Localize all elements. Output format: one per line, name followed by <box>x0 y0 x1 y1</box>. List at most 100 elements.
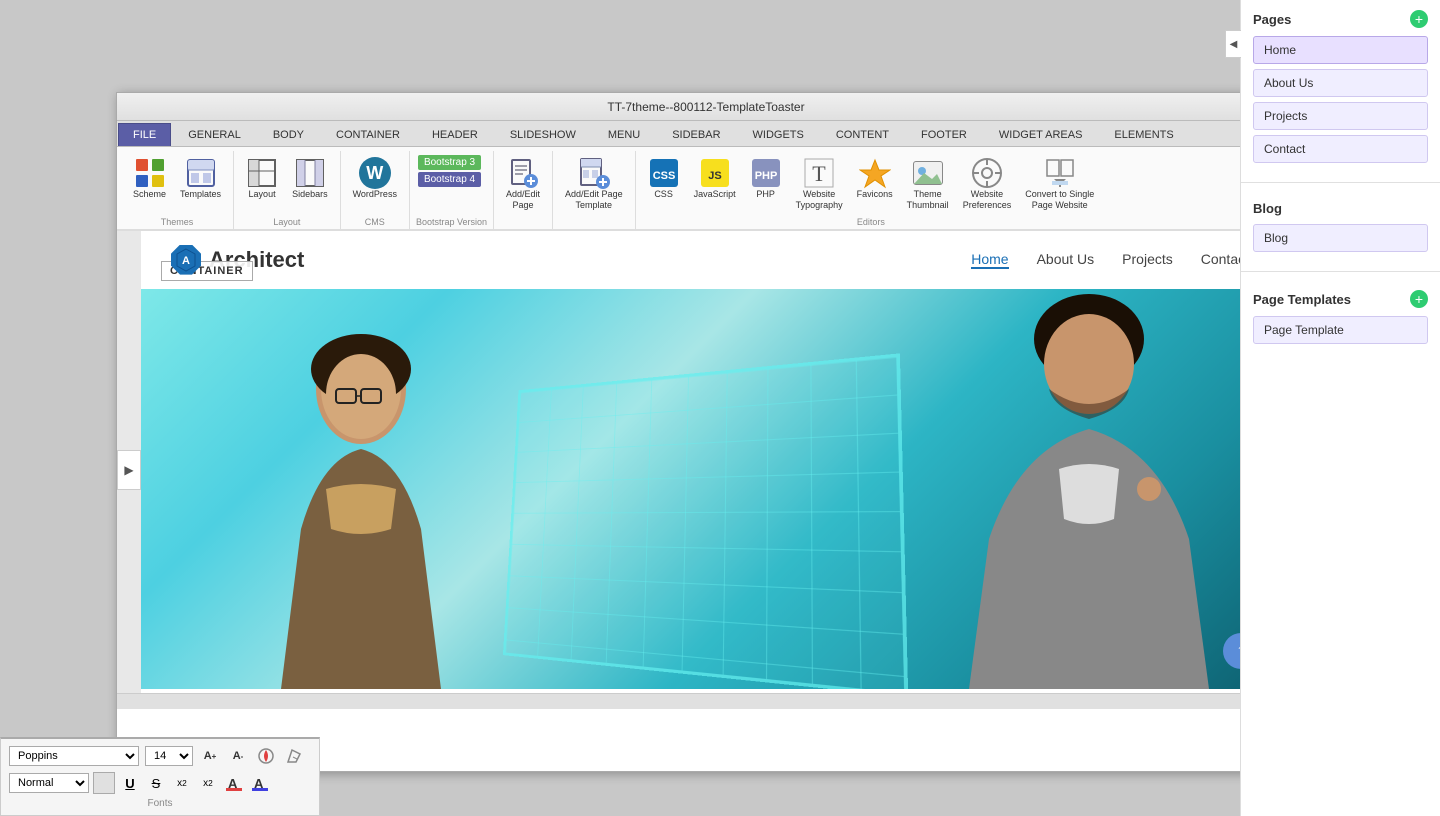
svg-text:A: A <box>182 255 190 267</box>
favicons-icon <box>859 157 891 189</box>
tab-container[interactable]: CONTAINER <box>321 123 415 146</box>
tab-elements[interactable]: ELEMENTS <box>1099 123 1188 146</box>
add-edit-page-button[interactable]: Add/EditPage <box>500 153 546 215</box>
color-box[interactable] <box>93 772 115 794</box>
bootstrap-group-items: Bootstrap 3 Bootstrap 4 <box>416 153 487 215</box>
svg-text:PHP: PHP <box>754 170 777 182</box>
title-bar: TT-7theme--800112-TemplateToaster <box>117 93 1295 121</box>
typography-icon: T <box>803 157 835 189</box>
panel-collapse-button[interactable]: ◀ <box>1225 30 1241 58</box>
blog-item[interactable]: Blog <box>1253 224 1428 252</box>
tab-content[interactable]: CONTENT <box>821 123 904 146</box>
underline-button[interactable]: U <box>119 772 141 794</box>
add-page-button[interactable]: + <box>1410 10 1428 28</box>
building-grid <box>506 357 905 689</box>
bootstrap-group: Bootstrap 3 Bootstrap 4 Bootstrap Versio… <box>410 151 494 229</box>
site-preview: CONTAINER A Architect Home About Us Proj… <box>141 231 1279 709</box>
tab-header[interactable]: HEADER <box>417 123 493 146</box>
bg-color-button[interactable]: A <box>249 772 271 794</box>
color-picker-button[interactable] <box>255 745 277 767</box>
website-preferences-icon <box>971 157 1003 189</box>
php-button[interactable]: PHP PHP <box>744 153 788 204</box>
hero-building <box>503 353 908 689</box>
canvas-area: ▶ CONTAINER A Architect Home <box>117 231 1295 709</box>
website-preferences-button[interactable]: WebsitePreferences <box>957 153 1018 215</box>
right-panel: ◀ Pages + Home About Us Projects Contact… <box>1240 0 1440 816</box>
bootstrap4-option[interactable]: Bootstrap 4 <box>418 172 481 187</box>
site-nav: Home About Us Projects Contact <box>971 251 1249 269</box>
theme-thumbnail-label: ThemeThumbnail <box>907 189 949 211</box>
favicons-button[interactable]: Favicons <box>851 153 899 204</box>
tab-body[interactable]: BODY <box>258 123 319 146</box>
add-edit-page-icon <box>507 157 539 189</box>
add-edit-template-group-label <box>559 225 629 229</box>
tab-footer[interactable]: FOOTER <box>906 123 982 146</box>
blog-section-header: Blog <box>1253 201 1428 216</box>
add-edit-template-button[interactable]: Add/Edit PageTemplate <box>559 153 629 215</box>
layout-group-items: Layout Sidebars <box>240 153 334 215</box>
wordpress-icon: W <box>359 157 391 189</box>
sidebars-button[interactable]: Sidebars <box>286 153 334 204</box>
page-item-contact[interactable]: Contact <box>1253 135 1428 163</box>
add-template-button[interactable]: + <box>1410 290 1428 308</box>
subscript-button[interactable]: x2 <box>171 772 193 794</box>
page-item-home[interactable]: Home <box>1253 36 1428 64</box>
cms-group: W WordPress CMS <box>341 151 410 229</box>
theme-thumbnail-button[interactable]: ThemeThumbnail <box>901 153 955 215</box>
tab-file[interactable]: FILE <box>118 123 171 146</box>
font-shrink-button[interactable]: A- <box>227 745 249 767</box>
left-toggle-icon: ▶ <box>124 463 133 477</box>
layout-button[interactable]: Layout <box>240 153 284 204</box>
nav-home[interactable]: Home <box>971 251 1008 269</box>
typography-button[interactable]: T WebsiteTypography <box>790 153 849 215</box>
nav-about[interactable]: About Us <box>1037 251 1095 269</box>
tab-menu[interactable]: MENU <box>593 123 655 146</box>
templates-icon <box>185 157 217 189</box>
font-family-select[interactable]: Poppins Arial Roboto <box>9 746 139 766</box>
page-templates-section-header: Page Templates + <box>1253 290 1428 308</box>
add-edit-group-label <box>500 225 546 229</box>
blog-section-title: Blog <box>1253 201 1282 216</box>
layout-label: Layout <box>249 189 276 200</box>
add-edit-template-icon <box>578 157 610 189</box>
editors-group-label: Editors <box>642 215 1101 229</box>
page-template-item[interactable]: Page Template <box>1253 316 1428 344</box>
scheme-button[interactable]: Scheme <box>127 153 172 204</box>
css-label: CSS <box>654 189 673 200</box>
cms-group-label: CMS <box>347 215 403 229</box>
layout-group: Layout Sidebars <box>234 151 341 229</box>
add-edit-template-items: Add/Edit PageTemplate <box>559 153 629 225</box>
convert-single-page-button[interactable]: Convert to SinglePage Website <box>1019 153 1100 215</box>
page-item-projects[interactable]: Projects <box>1253 102 1428 130</box>
nav-projects[interactable]: Projects <box>1122 251 1173 269</box>
font-size-select[interactable]: 14 8 10 12 16 18 <box>145 746 193 766</box>
person-left <box>241 329 481 689</box>
font-grow-button[interactable]: A+ <box>199 745 221 767</box>
theme-thumbnail-icon <box>912 157 944 189</box>
page-item-about[interactable]: About Us <box>1253 69 1428 97</box>
font-color-button[interactable]: A <box>223 772 245 794</box>
svg-text:CSS: CSS <box>652 170 675 182</box>
javascript-icon: JS <box>699 157 731 189</box>
tab-sidebar[interactable]: SIDEBAR <box>657 123 735 146</box>
person-right <box>949 289 1229 689</box>
wordpress-button[interactable]: W WordPress <box>347 153 403 204</box>
font-row-1: Poppins Arial Roboto 14 8 10 12 16 18 A+… <box>9 745 311 767</box>
templates-button[interactable]: Templates <box>174 153 227 204</box>
add-edit-template-label: Add/Edit PageTemplate <box>565 189 623 211</box>
strikethrough-button[interactable]: S <box>145 772 167 794</box>
left-toggle-button[interactable]: ▶ <box>117 450 141 490</box>
scheme-label: Scheme <box>133 189 166 200</box>
css-button[interactable]: CSS CSS <box>642 153 686 204</box>
format-select[interactable]: Normal Heading 1 Heading 2 <box>9 773 89 793</box>
tab-slideshow[interactable]: SLIDESHOW <box>495 123 591 146</box>
bootstrap3-option[interactable]: Bootstrap 3 <box>418 155 481 170</box>
tab-general[interactable]: GENERAL <box>173 123 256 146</box>
javascript-button[interactable]: JS JavaScript <box>688 153 742 204</box>
tab-widget-areas[interactable]: WIDGET AREAS <box>984 123 1098 146</box>
eraser-button[interactable] <box>283 745 305 767</box>
tab-widgets[interactable]: WIDGETS <box>738 123 819 146</box>
superscript-button[interactable]: x2 <box>197 772 219 794</box>
horizontal-scrollbar[interactable] <box>117 693 1279 709</box>
blog-section: Blog Blog <box>1241 191 1440 267</box>
